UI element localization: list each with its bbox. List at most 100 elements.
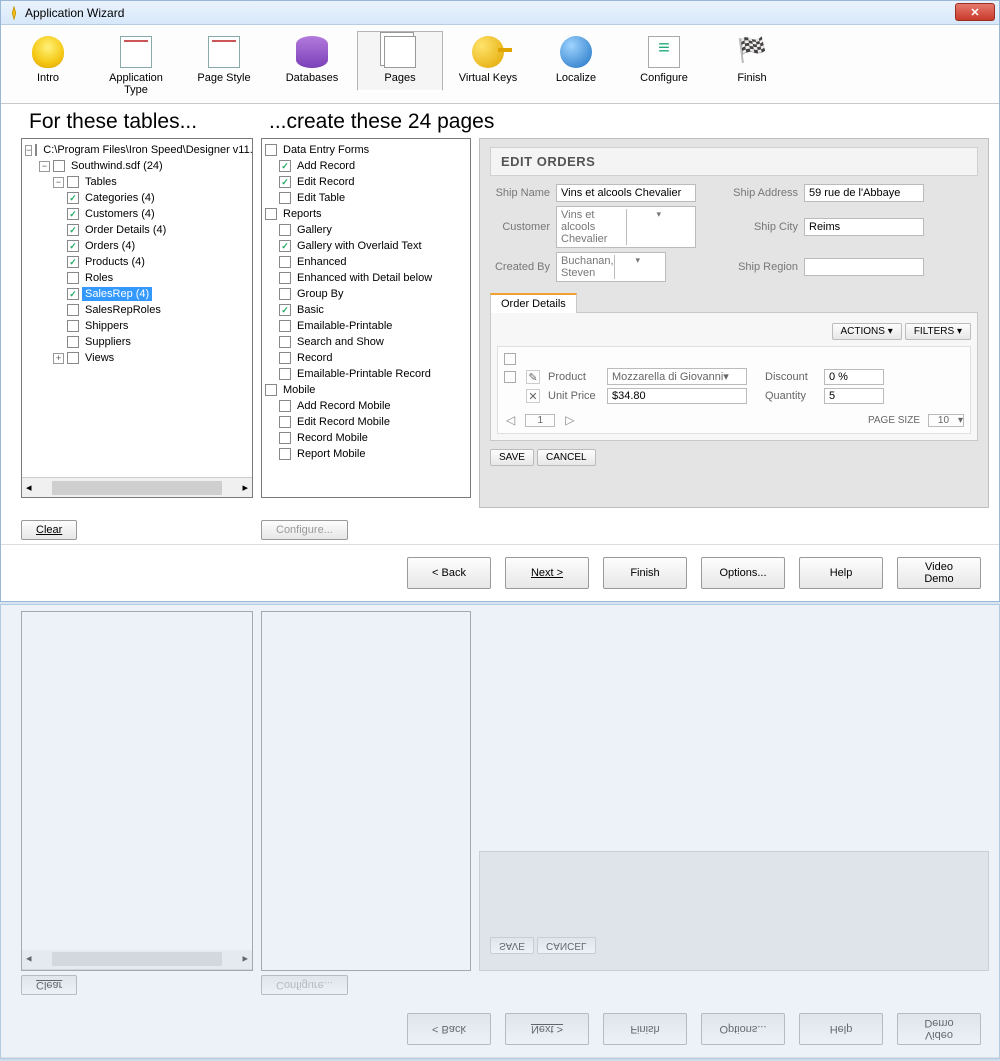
toolbar-page-style[interactable]: Page Style [181,31,267,91]
filters-button[interactable]: FILTERS ▾ [905,323,971,340]
checkbox[interactable] [279,432,291,444]
page-type-item[interactable]: Record Mobile [294,431,371,445]
page-type-item[interactable]: Edit Record Mobile [294,415,393,429]
toolbar-virtual-keys[interactable]: Virtual Keys [445,31,531,91]
checkbox[interactable] [279,304,291,316]
customer-combo[interactable]: Vins et alcools Chevalier▾ [556,206,696,248]
toolbar-localize[interactable]: Localize [533,31,619,91]
checkbox[interactable] [279,352,291,364]
chevron-down-icon[interactable]: ▾ [614,255,661,279]
checkbox[interactable] [279,192,291,204]
checkbox[interactable] [67,240,79,252]
collapse-icon[interactable]: − [25,145,32,156]
pages-tree[interactable]: Data Entry Forms Add Record Edit Record Edi… [261,138,471,498]
checkbox[interactable] [67,192,79,204]
checkbox[interactable] [279,336,291,348]
collapse-icon[interactable]: − [53,177,64,188]
checkbox[interactable] [279,448,291,460]
checkbox[interactable] [67,208,79,220]
checkbox[interactable] [67,256,79,268]
quantity-field[interactable] [824,388,884,404]
toolbar-application-type[interactable]: Application Type [93,31,179,103]
table-item[interactable]: SalesRep (4) [82,287,152,301]
page-type-item[interactable]: Edit Table [294,191,348,205]
page-type-item[interactable]: Record [294,351,335,365]
checkbox[interactable] [53,160,65,172]
table-item[interactable]: SalesRepRoles [82,303,164,317]
tree-tables-group[interactable]: Tables [82,175,120,189]
checkbox[interactable] [279,256,291,268]
clear-button[interactable]: Clear [21,520,77,540]
row-checkbox[interactable] [504,353,516,365]
toolbar-pages[interactable]: Pages [357,31,443,91]
toolbar-finish[interactable]: Finish [709,31,795,91]
checkbox[interactable] [67,352,79,364]
checkbox[interactable] [67,288,79,300]
toolbar-databases[interactable]: Databases [269,31,355,91]
table-item[interactable]: Suppliers [82,335,134,349]
options-button[interactable]: Options... [701,557,785,589]
checkbox[interactable] [67,224,79,236]
table-item[interactable]: Order Details (4) [82,223,169,237]
page-number[interactable]: 1 [525,414,555,427]
table-item[interactable]: Orders (4) [82,239,138,253]
ship-name-field[interactable] [556,184,696,202]
checkbox[interactable] [279,224,291,236]
page-type-item[interactable]: Edit Record [294,175,357,189]
chevron-down-icon[interactable]: ▾ [723,371,729,383]
close-button[interactable]: ✕ [955,3,995,21]
page-type-item[interactable]: Group By [294,287,346,301]
cancel-button[interactable]: CANCEL [537,449,596,466]
table-item[interactable]: Shippers [82,319,131,333]
tree-views[interactable]: Views [82,351,117,365]
page-type-item[interactable]: Emailable-Printable [294,319,395,333]
checkbox[interactable] [265,384,277,396]
tree-db[interactable]: Southwind.sdf (24) [68,159,166,173]
product-combo[interactable]: Mozzarella di Giovanni▾ [607,368,747,385]
page-group[interactable]: Reports [280,207,325,221]
page-group[interactable]: Mobile [280,383,318,397]
edit-icon[interactable]: ✎ [526,370,540,384]
next-page-icon[interactable]: ▷ [563,413,576,427]
help-button[interactable]: Help [799,557,883,589]
discount-field[interactable] [824,369,884,385]
page-type-item[interactable]: Gallery with Overlaid Text [294,239,425,253]
checkbox[interactable] [67,304,79,316]
ship-address-field[interactable] [804,184,924,202]
expand-icon[interactable]: + [53,353,64,364]
checkbox[interactable] [279,272,291,284]
tree-root[interactable]: C:\Program Files\Iron Speed\Designer v11… [40,143,252,157]
checkbox[interactable] [279,416,291,428]
page-type-item[interactable]: Report Mobile [294,447,368,461]
toolbar-configure[interactable]: Configure [621,31,707,91]
chevron-down-icon[interactable]: ▾ [626,209,692,245]
checkbox[interactable] [67,176,79,188]
table-item[interactable]: Products (4) [82,255,148,269]
delete-icon[interactable]: ✕ [526,389,540,403]
checkbox[interactable] [265,144,277,156]
page-group[interactable]: Data Entry Forms [280,143,372,157]
page-size-combo[interactable]: 10▾ [928,414,964,427]
page-type-item[interactable]: Add Record Mobile [294,399,394,413]
checkbox[interactable] [279,176,291,188]
checkbox[interactable] [279,240,291,252]
ship-city-field[interactable] [804,218,924,236]
back-button[interactable]: < Back [407,557,491,589]
page-type-item[interactable]: Enhanced [294,255,350,269]
configure-button[interactable]: Configure... [261,520,348,540]
page-type-item[interactable]: Emailable-Printable Record [294,367,434,381]
checkbox[interactable] [279,368,291,380]
unit-price-field[interactable] [607,388,747,404]
finish-button[interactable]: Finish [603,557,687,589]
checkbox[interactable] [265,208,277,220]
checkbox[interactable] [35,144,37,156]
created-by-combo[interactable]: Buchanan, Steven▾ [556,252,666,282]
page-type-item[interactable]: Enhanced with Detail below [294,271,435,285]
page-type-item[interactable]: Add Record [294,159,358,173]
checkbox[interactable] [67,320,79,332]
checkbox[interactable] [279,160,291,172]
checkbox[interactable] [67,336,79,348]
checkbox[interactable] [279,320,291,332]
actions-button[interactable]: ACTIONS ▾ [832,323,902,340]
save-button[interactable]: SAVE [490,449,534,466]
